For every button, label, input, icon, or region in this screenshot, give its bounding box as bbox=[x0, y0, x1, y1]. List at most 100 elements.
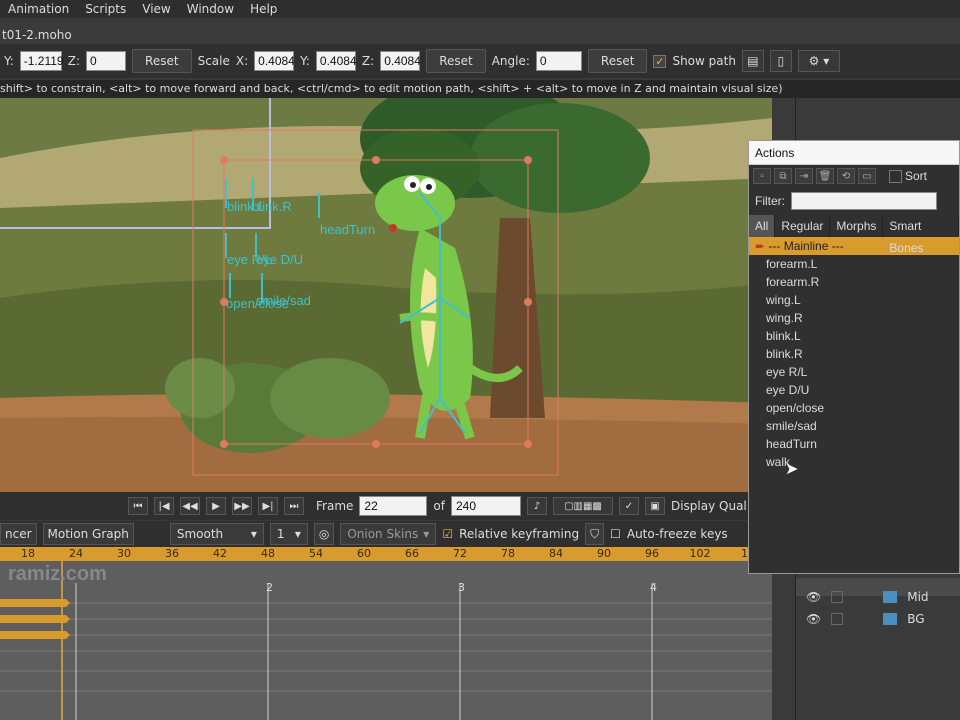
checkbox-icon[interactable]: ✓ bbox=[618, 497, 639, 515]
page-icon[interactable]: ▯ bbox=[769, 50, 792, 72]
relative-keyframing-label: Relative keyframing bbox=[459, 527, 580, 541]
relative-keyframing-checkbox[interactable]: ☑ bbox=[442, 527, 453, 541]
insert-action-icon[interactable]: ⇥ bbox=[795, 168, 813, 184]
image-layer-icon bbox=[883, 613, 898, 625]
timeline-ruler[interactable]: 182430364248546066727884909610210 bbox=[0, 547, 772, 561]
z-field[interactable]: 0 bbox=[86, 51, 127, 71]
total-frames-field[interactable]: 240 bbox=[450, 496, 521, 516]
show-path-checkbox[interactable]: ✓ bbox=[653, 54, 667, 68]
frame-icon[interactable]: ▣ bbox=[644, 497, 665, 515]
ruler-tick: 48 bbox=[261, 547, 275, 560]
show-path-label: Show path bbox=[672, 54, 736, 68]
shield-icon[interactable]: ⛉ bbox=[585, 523, 605, 545]
second-marker-3: 3 bbox=[458, 581, 465, 594]
onion-skin-icon[interactable]: ◎ bbox=[313, 523, 335, 545]
list-item[interactable]: blink.L bbox=[749, 327, 959, 345]
delete-action-icon[interactable]: 🗑 bbox=[816, 168, 834, 184]
eye-icon[interactable]: 👁 bbox=[806, 612, 821, 626]
menu-view[interactable]: View bbox=[134, 2, 178, 16]
arrow-right-icon: ➨ bbox=[755, 239, 769, 253]
second-marker-4: 4 bbox=[650, 581, 657, 594]
lock-box[interactable] bbox=[831, 613, 844, 625]
onion-skins-dropdown[interactable]: Onion Skins ▾ bbox=[340, 523, 437, 545]
auto-freeze-checkbox[interactable]: ☐ bbox=[610, 527, 621, 541]
bone-label-eye-du[interactable]: eye D/U bbox=[256, 252, 303, 267]
list-item[interactable]: smile/sad bbox=[749, 417, 959, 435]
mouse-cursor-icon: ➤ bbox=[785, 461, 799, 478]
lock-box[interactable] bbox=[831, 591, 844, 603]
ruler-tick: 78 bbox=[501, 547, 515, 560]
list-item[interactable]: wing.L bbox=[749, 291, 959, 309]
list-item[interactable]: walk bbox=[749, 453, 959, 471]
chevron-down-icon: ▾ bbox=[294, 527, 301, 541]
tab-motion-graph[interactable]: Motion Graph bbox=[42, 523, 134, 545]
bone-label-blink-r[interactable]: blink.R bbox=[252, 199, 292, 214]
list-item[interactable]: forearm.R bbox=[749, 273, 959, 291]
scale-z-field[interactable]: 0.4084 bbox=[380, 51, 421, 71]
tab-smart-bones[interactable]: Smart Bones bbox=[883, 215, 959, 255]
menu-scripts[interactable]: Scripts bbox=[77, 2, 134, 16]
menu-window[interactable]: Window bbox=[179, 2, 242, 16]
sort-checkbox[interactable] bbox=[889, 169, 902, 183]
interpolation-value: Smooth bbox=[176, 527, 224, 541]
tab-all[interactable]: All bbox=[749, 215, 776, 237]
layout-icons[interactable]: ▢▥▦▩ bbox=[552, 497, 613, 515]
canvas-viewport[interactable]: blink.L blink.R headTurn eye R/L eye D/U… bbox=[0, 98, 772, 492]
filter-label: Filter: bbox=[755, 194, 785, 208]
rewind-start-icon[interactable]: ⏮ bbox=[128, 497, 148, 515]
tab-regular[interactable]: Regular bbox=[775, 215, 831, 237]
transform-options-icon[interactable]: ⚙ ▾ bbox=[797, 50, 840, 72]
duplicate-action-icon[interactable]: ⧉ bbox=[774, 168, 792, 184]
frame-field[interactable]: 22 bbox=[359, 496, 428, 516]
tab-morphs[interactable]: Morphs bbox=[830, 215, 884, 237]
tab-sequencer[interactable]: ncer bbox=[0, 523, 37, 545]
chevron-down-icon: ▾ bbox=[423, 527, 430, 541]
scale-y-field[interactable]: 0.4084 bbox=[315, 51, 357, 71]
step-forward-icon[interactable]: ▶▶ bbox=[232, 497, 252, 515]
menu-bar: Animation Scripts View Window Help bbox=[0, 0, 960, 18]
document-tab[interactable]: t01-2.moho bbox=[0, 26, 110, 44]
reset-scale-button[interactable]: Reset bbox=[426, 49, 486, 73]
display-quality-label[interactable]: Display Qual bbox=[671, 499, 747, 513]
scale-x-field[interactable]: 0.4084 bbox=[254, 51, 295, 71]
list-item[interactable]: eye D/U bbox=[749, 381, 959, 399]
y-field[interactable]: -1.2119 bbox=[19, 51, 64, 71]
actions-toolbar: ▫ ⧉ ⇥ 🗑 ⟲ ▭ Sort bbox=[749, 165, 959, 187]
angle-field[interactable]: 0 bbox=[535, 51, 582, 71]
list-item-mainline[interactable]: ➨ --- Mainline --- bbox=[749, 237, 959, 255]
interpolation-dropdown[interactable]: Smooth ▾ bbox=[169, 523, 264, 545]
interp-count-dropdown[interactable]: 1 ▾ bbox=[269, 523, 308, 545]
list-item[interactable]: eye R/L bbox=[749, 363, 959, 381]
reset-position-button[interactable]: Reset bbox=[132, 49, 192, 73]
ruler-tick: 84 bbox=[549, 547, 563, 560]
layer-row-mid[interactable]: 👁 Mid bbox=[796, 586, 960, 608]
play-icon[interactable]: ▶ bbox=[206, 497, 226, 515]
list-item[interactable]: wing.R bbox=[749, 309, 959, 327]
menu-animation[interactable]: Animation bbox=[0, 2, 77, 16]
list-item[interactable]: open/close bbox=[749, 399, 959, 417]
actions-window: Actions ▫ ⧉ ⇥ 🗑 ⟲ ▭ Sort Filter: All Reg… bbox=[748, 140, 960, 574]
new-action-icon[interactable]: ▫ bbox=[753, 168, 771, 184]
activate-action-icon[interactable]: ⟲ bbox=[837, 168, 855, 184]
layer-icon[interactable]: ▤ bbox=[741, 50, 764, 72]
copy-action-icon[interactable]: ▭ bbox=[858, 168, 876, 184]
list-item[interactable]: forearm.L bbox=[749, 255, 959, 273]
list-item[interactable]: headTurn bbox=[749, 435, 959, 453]
filter-input[interactable] bbox=[791, 192, 937, 210]
angle-label: Angle: bbox=[491, 54, 530, 68]
menu-help[interactable]: Help bbox=[242, 2, 285, 16]
last-frame-icon[interactable]: ▶| bbox=[258, 497, 278, 515]
timeline-tracks[interactable]: ramiz.com 2 3 4 bbox=[0, 561, 772, 720]
forward-end-icon[interactable]: ⏭ bbox=[284, 497, 304, 515]
first-frame-icon[interactable]: |◀ bbox=[154, 497, 174, 515]
audio-icon[interactable]: ♪ bbox=[526, 497, 547, 515]
list-item[interactable]: blink.R bbox=[749, 345, 959, 363]
scene-drawing: blink.L blink.R headTurn eye R/L eye D/U… bbox=[0, 98, 772, 492]
layer-row-bg[interactable]: 👁 BG bbox=[796, 608, 960, 630]
layer-name-bg: BG bbox=[907, 612, 925, 626]
eye-icon[interactable]: 👁 bbox=[806, 590, 821, 604]
step-back-icon[interactable]: ◀◀ bbox=[180, 497, 200, 515]
reset-angle-button[interactable]: Reset bbox=[587, 49, 648, 73]
bone-label-headturn[interactable]: headTurn bbox=[320, 222, 375, 237]
bone-label-smile-sad[interactable]: smile/sad bbox=[256, 293, 311, 308]
